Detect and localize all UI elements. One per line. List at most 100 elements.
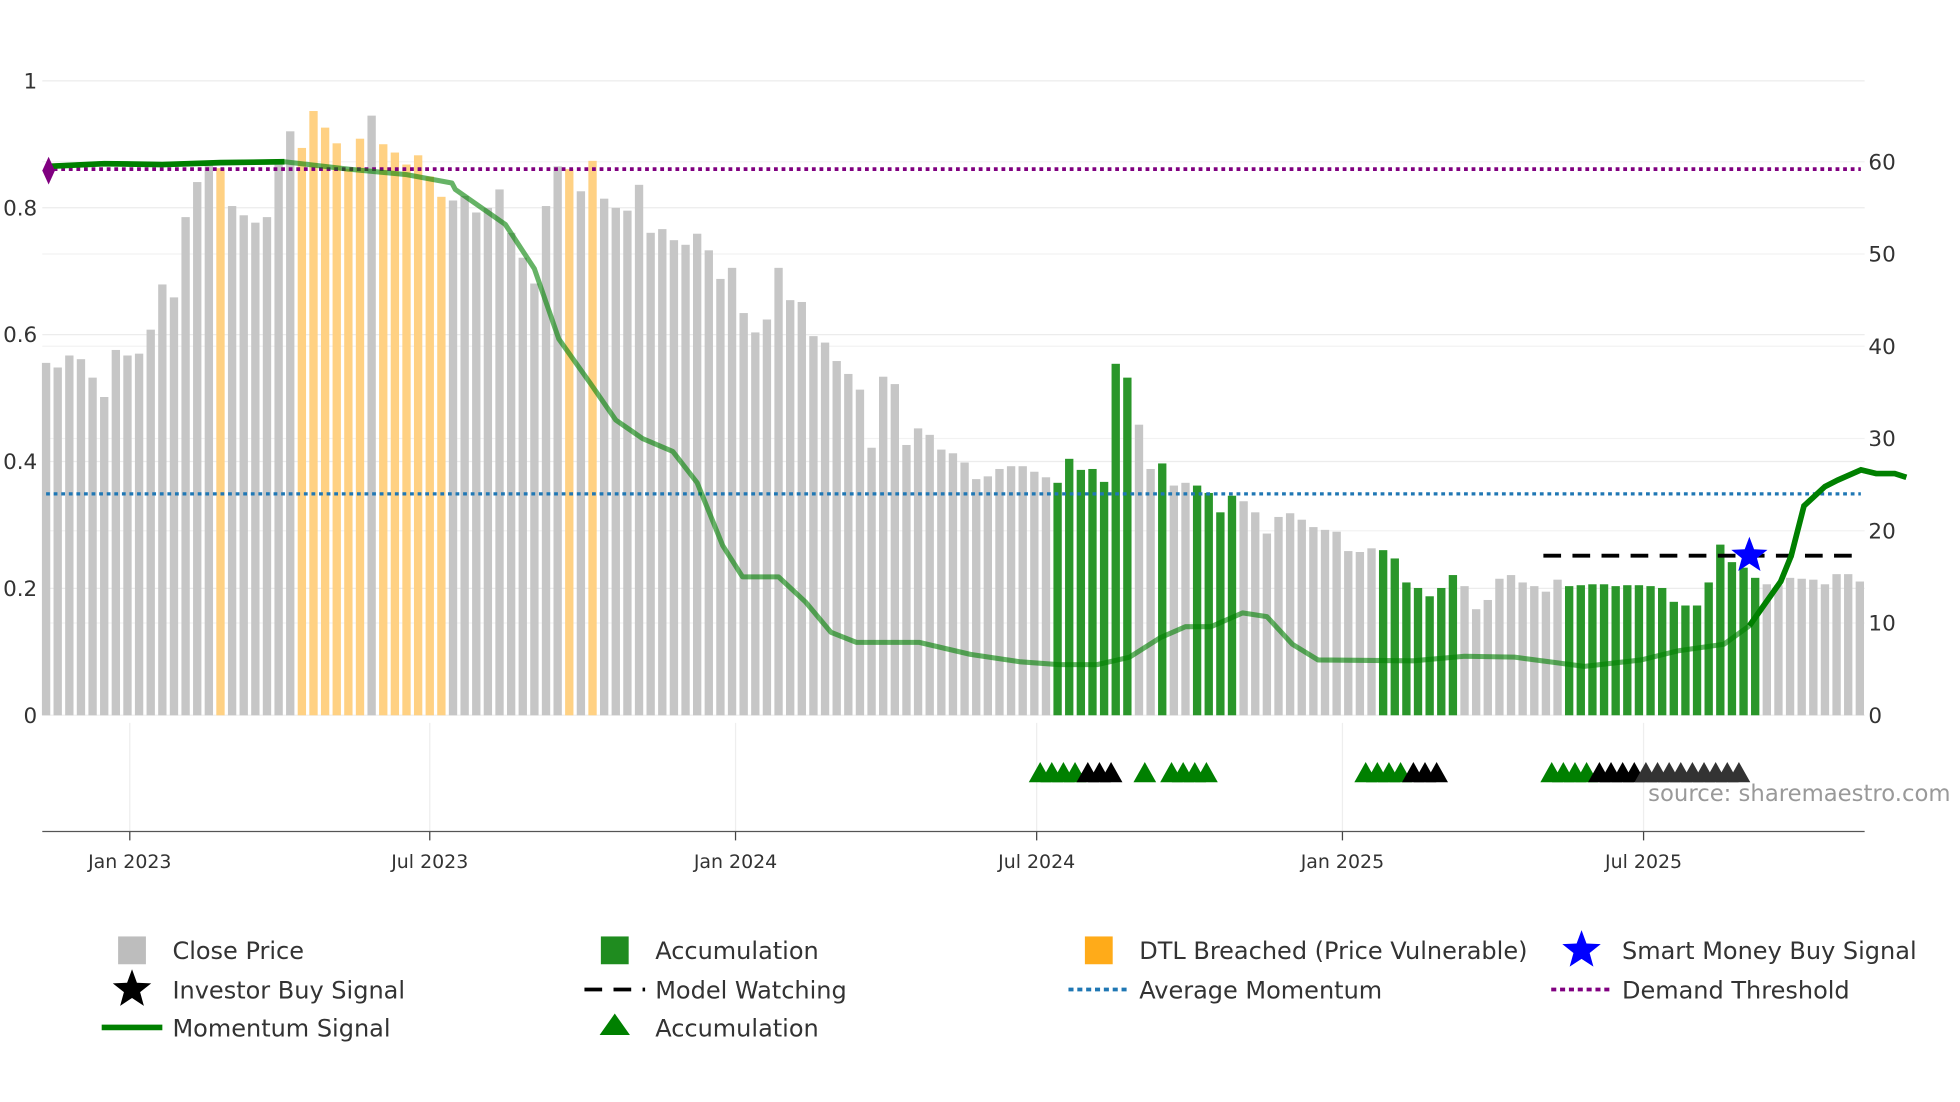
close-price-bar xyxy=(913,428,923,716)
accumulation-bar xyxy=(1564,586,1574,716)
legend-square-icon xyxy=(118,936,146,965)
accumulation-bar xyxy=(1378,550,1388,716)
close-price-bar xyxy=(809,336,818,716)
close-price-bar xyxy=(1332,531,1341,716)
close-price-bar xyxy=(134,353,144,716)
legend: Close Price Accumulation DTL Breached (Pri… xyxy=(101,930,1917,1042)
accumulation-bar xyxy=(1158,463,1167,716)
close-price-bar xyxy=(890,384,899,716)
accumulation-bar xyxy=(1192,485,1202,716)
close-price-bar xyxy=(1262,533,1272,716)
close-price-bar xyxy=(76,359,86,716)
accumulation-bar xyxy=(1123,377,1132,716)
momentum-chart: 00.20.40.60.810102030405060Jan 2023 Jul 2… xyxy=(3,69,1950,1042)
price-bars xyxy=(41,111,1865,716)
close-price-bar xyxy=(669,240,679,716)
accumulation-bar xyxy=(1425,596,1434,716)
accumulation-triangle-icon xyxy=(1133,762,1157,783)
close-price-bar xyxy=(472,212,481,716)
right-tick-label: 10 xyxy=(1868,612,1895,637)
close-price-bar xyxy=(844,373,853,716)
close-price-bar xyxy=(274,164,283,716)
x-tick-label: Jan 2025 xyxy=(1300,851,1384,873)
dtl-breached-bar xyxy=(344,169,353,716)
close-price-bar xyxy=(1297,519,1306,716)
left-tick-label: 0 xyxy=(24,704,38,729)
close-price-bar xyxy=(193,182,202,716)
close-price-bar xyxy=(1274,516,1283,716)
x-tick-label: Jan 2024 xyxy=(693,851,777,873)
legend-square-icon xyxy=(600,936,629,965)
legend-label: Accumulation xyxy=(655,1014,819,1042)
close-price-bar xyxy=(262,217,272,716)
x-tick-label: Jan 2023 xyxy=(87,851,171,873)
legend-label: Accumulation xyxy=(655,937,819,965)
close-price-bar xyxy=(983,476,993,716)
close-price-bar xyxy=(786,300,795,716)
close-price-bar xyxy=(1541,591,1551,716)
close-price-bar xyxy=(797,301,806,716)
close-price-bar xyxy=(158,284,167,716)
accumulation-bar xyxy=(1088,468,1097,716)
accumulation-bar xyxy=(1623,585,1632,716)
dtl-breached-bar xyxy=(437,196,446,716)
legend-star-icon xyxy=(112,969,152,1006)
left-tick-label: 0.2 xyxy=(3,577,37,602)
close-price-bar xyxy=(1495,578,1504,716)
dtl-breached-bar xyxy=(297,147,307,716)
close-price-bar xyxy=(41,362,51,716)
accumulation-bar xyxy=(1611,586,1620,716)
close-price-bar xyxy=(692,233,702,716)
dtl-breached-bar xyxy=(379,144,388,716)
close-price-bar xyxy=(1146,468,1155,716)
close-price-bar xyxy=(530,283,539,716)
x-tick-label: Jul 2025 xyxy=(1604,851,1682,873)
close-price-bar xyxy=(960,462,969,716)
close-price-bar xyxy=(855,389,865,716)
accumulation-bar xyxy=(1227,495,1237,716)
close-price-bar xyxy=(123,355,132,716)
close-price-bar xyxy=(727,267,737,716)
close-price-bar xyxy=(1844,574,1853,716)
close-price-bar xyxy=(820,342,830,716)
close-price-bar xyxy=(1285,513,1295,716)
close-price-bar xyxy=(1797,578,1806,716)
accumulation-bar xyxy=(1448,575,1458,716)
close-price-bar xyxy=(1367,548,1376,716)
close-price-bar xyxy=(460,195,469,716)
left-tick-label: 1 xyxy=(24,69,38,94)
close-price-bar xyxy=(227,206,237,716)
close-price-bar xyxy=(902,444,911,716)
close-price-bar xyxy=(1785,577,1795,716)
close-price-bar xyxy=(1855,581,1865,716)
close-price-bar xyxy=(65,355,74,716)
left-tick-label: 0.6 xyxy=(3,323,37,348)
accumulation-bar xyxy=(1692,605,1702,716)
close-price-bar xyxy=(623,210,632,716)
close-price-bar xyxy=(646,232,655,716)
close-price-bar xyxy=(995,468,1004,716)
close-price-bar xyxy=(239,215,248,716)
close-price-bar xyxy=(1506,575,1516,716)
dtl-breached-bar xyxy=(216,168,225,716)
close-price-bar xyxy=(739,313,748,716)
accumulation-bar xyxy=(1413,587,1423,716)
close-price-bar xyxy=(448,200,458,716)
right-tick-label: 20 xyxy=(1868,519,1895,544)
close-price-bar xyxy=(367,115,376,716)
close-price-bar xyxy=(553,166,562,716)
close-price-bar xyxy=(1774,585,1783,716)
momentum-signal-bright-start xyxy=(45,158,285,170)
close-price-bar xyxy=(181,217,190,716)
accumulation-bar xyxy=(1588,584,1597,716)
legend-square-icon xyxy=(1084,936,1113,965)
close-price-bar xyxy=(1320,529,1330,716)
legend-label: Close Price xyxy=(172,937,304,965)
close-price-bar xyxy=(1553,579,1562,716)
dtl-breached-bar xyxy=(565,169,574,716)
close-price-bar xyxy=(658,229,667,716)
close-price-bar xyxy=(774,267,783,716)
close-price-bar xyxy=(879,376,888,716)
x-tick-label: Jul 2024 xyxy=(997,851,1075,873)
accumulation-bar xyxy=(1390,558,1399,716)
